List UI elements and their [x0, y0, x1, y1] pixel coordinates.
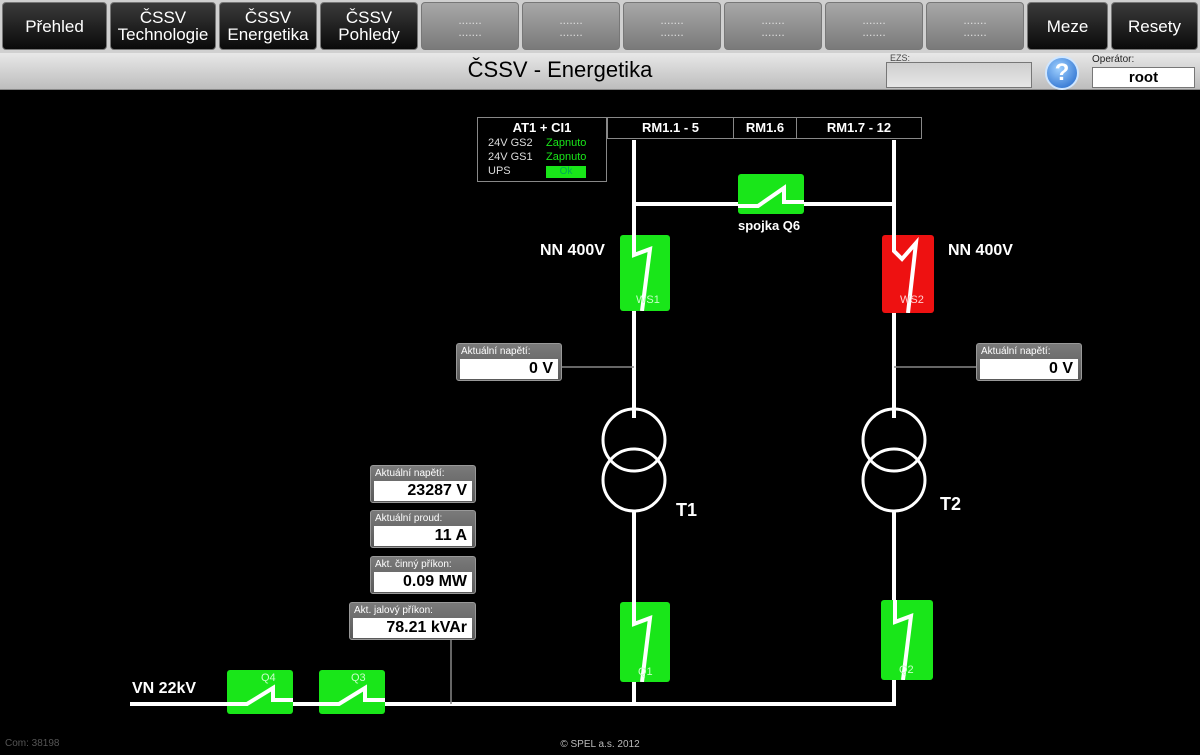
nav-label: Resety: [1128, 16, 1181, 36]
switch-id: Q3: [351, 672, 366, 684]
nav-label: Meze: [1046, 16, 1089, 36]
nav-label: ČSSV: [244, 8, 292, 27]
status-title: AT1 + CI1: [512, 120, 572, 135]
switch-id: Q1: [638, 666, 653, 678]
transformer-t1-lower: [601, 447, 667, 513]
nav-label: Energetika: [227, 25, 309, 44]
energy-diagram: AT1 + CI1 24V GS2 Zapnuto 24V GS1 Zapnut…: [0, 90, 1200, 738]
value-readout: 0.09 MW: [374, 572, 472, 592]
nav-label: .......: [862, 25, 886, 39]
status-row-label: 24V GS2: [488, 137, 533, 149]
wiring-lines: [130, 140, 978, 706]
copyright: © SPEL a.s. 2012: [560, 739, 640, 750]
value-readout: 23287 V: [374, 481, 472, 501]
nav-label: Pohledy: [338, 25, 400, 44]
value-caption: Aktuální proud:: [375, 513, 443, 524]
rm-group-b: RM1.6: [733, 117, 797, 139]
switch-ws1[interactable]: WS1: [620, 235, 670, 311]
vn-current-box: Aktuální proud: 11 A: [370, 510, 476, 548]
nav-placeholder-button[interactable]: ..............: [522, 2, 620, 50]
nav-placeholder-button[interactable]: ..............: [724, 2, 822, 50]
switch-q3[interactable]: Q3: [319, 670, 385, 714]
operator-label: Operátor:: [1092, 54, 1135, 65]
active-power-box: Akt. činný příkon: 0.09 MW: [370, 556, 476, 594]
nav-placeholder-button[interactable]: ..............: [825, 2, 923, 50]
value-readout: 0 V: [460, 359, 558, 379]
nav-resety-button[interactable]: Resety: [1111, 2, 1198, 50]
switch-spojka-q6[interactable]: [738, 174, 804, 214]
nav-prehled-button[interactable]: Přehled: [2, 2, 107, 50]
status-panel: AT1 + CI1 24V GS2 Zapnuto 24V GS1 Zapnut…: [477, 117, 607, 182]
switch-ws2[interactable]: WS2: [882, 235, 934, 313]
right-voltage-box: Aktuální napětí: 0 V: [976, 343, 1082, 381]
nav-cssv-energetika-button[interactable]: ČSSV Energetika: [219, 2, 317, 50]
status-ok-badge: Ok: [546, 166, 586, 178]
switch-id: Q4: [261, 672, 276, 684]
nav-label: Technologie: [117, 25, 209, 44]
switch-open-icon: [738, 184, 804, 208]
nav-placeholder-button[interactable]: ..............: [926, 2, 1024, 50]
nn-right-label: NN 400V: [948, 242, 1013, 259]
switch-q4[interactable]: Q4: [227, 670, 293, 714]
transformer-t1-label: T1: [676, 500, 698, 520]
switch-id: WS2: [900, 294, 924, 306]
value-caption: Aktuální napětí:: [375, 468, 445, 479]
rm-group-c: RM1.7 - 12: [796, 117, 922, 139]
status-row-label: 24V GS1: [488, 151, 533, 163]
value-caption: Akt. činný příkon:: [375, 559, 452, 570]
nav-label: .......: [559, 25, 583, 39]
nav-placeholder-button[interactable]: ..............: [421, 2, 519, 50]
status-row-label: UPS: [488, 165, 511, 177]
nav-label: ČSSV: [139, 8, 187, 27]
reactive-power-box: Akt. jalový příkon: 78.21 kVAr: [349, 602, 476, 640]
switch-open-icon: [227, 684, 293, 706]
nav-label: .......: [963, 25, 987, 39]
value-readout: 11 A: [374, 526, 472, 546]
switch-id: Q2: [899, 664, 914, 676]
status-row-value: Zapnuto: [546, 137, 587, 149]
title-bar: ČSSV - Energetika EZS: ? Operátor: root: [0, 53, 1200, 90]
value-caption: Aktuální napětí:: [461, 346, 531, 357]
switch-q2[interactable]: Q2: [881, 600, 933, 680]
ezs-field: [886, 62, 1032, 88]
switch-id: WS1: [636, 294, 660, 306]
nav-label: Přehled: [25, 16, 84, 36]
nav-placeholder-button[interactable]: ..............: [623, 2, 721, 50]
transformer-t2-lower: [861, 447, 927, 513]
nn-left-label: NN 400V: [540, 242, 605, 259]
value-caption: Aktuální napětí:: [981, 346, 1051, 357]
nav-cssv-pohledy-button[interactable]: ČSSV Pohledy: [320, 2, 418, 50]
spojka-label: spojka Q6: [738, 218, 801, 233]
switch-q1[interactable]: Q1: [620, 602, 670, 682]
transformer-t2-upper: [861, 407, 927, 473]
status-row-value: Zapnuto: [546, 151, 587, 163]
nav-label: .......: [458, 25, 482, 39]
top-navigation: Přehled ČSSV Technologie ČSSV Energetika Č…: [0, 0, 1200, 53]
value-readout: 0 V: [980, 359, 1078, 379]
vn-voltage-box: Aktuální napětí: 23287 V: [370, 465, 476, 503]
nav-cssv-technologie-button[interactable]: ČSSV Technologie: [110, 2, 216, 50]
operator-field: root: [1092, 67, 1195, 88]
help-icon[interactable]: ?: [1045, 56, 1079, 90]
nav-label: .......: [761, 25, 785, 39]
transformer-t1-upper: [601, 407, 667, 473]
vn-label: VN 22kV: [132, 680, 197, 697]
nav-label: ČSSV: [345, 8, 393, 27]
value-readout: 78.21 kVAr: [353, 618, 472, 638]
transformer-t2-label: T2: [940, 494, 962, 514]
value-caption: Akt. jalový příkon:: [354, 605, 433, 616]
rm-group-a: RM1.1 - 5: [607, 117, 734, 139]
left-voltage-box: Aktuální napětí: 0 V: [456, 343, 562, 381]
nav-label: .......: [660, 25, 684, 39]
nav-meze-button[interactable]: Meze: [1027, 2, 1108, 50]
